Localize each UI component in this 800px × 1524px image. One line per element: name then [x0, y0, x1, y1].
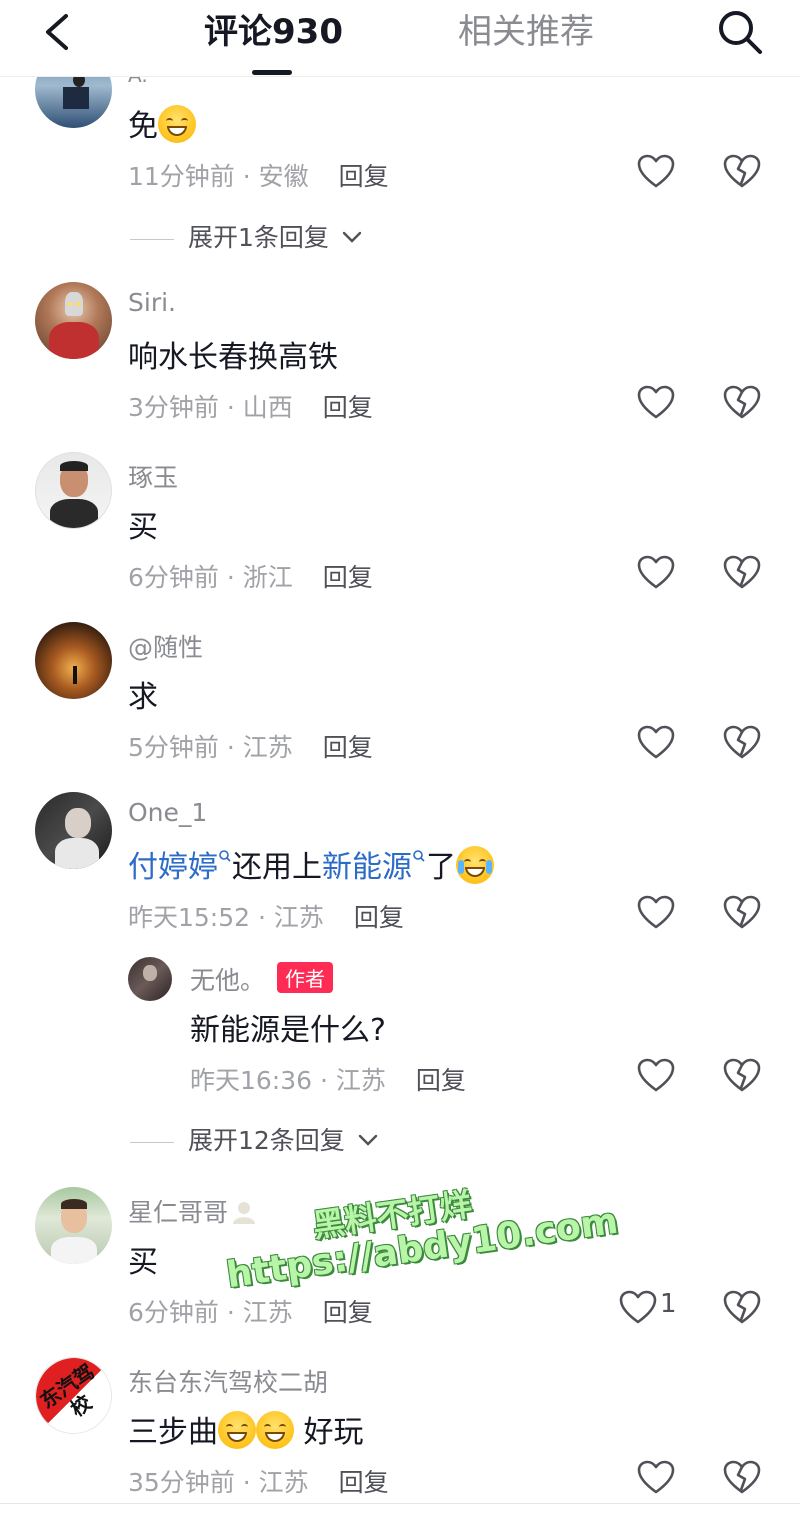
reply-button[interactable]: 回复: [323, 393, 373, 422]
commenter-name[interactable]: One_1: [128, 798, 207, 827]
comment-meta: 3分钟前 · 山西 回复: [128, 388, 373, 424]
reply-meta: 昨天16:36 · 江苏 回复: [190, 1061, 466, 1097]
reply-author: 无他。 作者: [190, 961, 334, 997]
heart-icon[interactable]: [636, 153, 676, 189]
commenter-name[interactable]: @随性: [128, 628, 203, 664]
comment-text-segment: 好玩: [294, 1415, 364, 1450]
sub-reply: 无他。 作者 新能源是什么? 昨天16:36 · 江苏 回复: [0, 957, 800, 1107]
broken-heart-icon[interactable]: [722, 153, 762, 189]
avatar[interactable]: [35, 622, 112, 699]
commenter-name[interactable]: A.: [128, 77, 148, 87]
heart-icon[interactable]: [636, 1459, 676, 1495]
search-icon[interactable]: [714, 6, 766, 58]
comment-text: 买: [128, 1245, 158, 1280]
comment-time-location: 昨天15:52 · 江苏: [128, 903, 324, 932]
broken-heart-icon[interactable]: [722, 1459, 762, 1495]
tab-related[interactable]: 相关推荐: [458, 10, 594, 54]
expand-replies-label: 展开12条回复: [188, 1126, 345, 1155]
reply-author-name[interactable]: 无他。: [190, 966, 265, 995]
avatar[interactable]: [35, 282, 112, 359]
reply-time-location: 昨天16:36 · 江苏: [190, 1066, 386, 1095]
comment-text-content: 免: [128, 109, 158, 144]
comment-text: 付婷婷 还用上新能源了: [128, 842, 494, 886]
broken-heart-icon[interactable]: [722, 384, 762, 420]
sweat-smile-emoji-icon: [218, 1411, 256, 1449]
search-tag-icon: [219, 850, 231, 862]
grin-emoji-icon: [158, 105, 196, 143]
bottom-bar: [0, 1503, 800, 1524]
search-link[interactable]: 新能源: [322, 850, 412, 885]
reply-button[interactable]: 回复: [354, 903, 404, 932]
avatar[interactable]: [35, 77, 112, 128]
comment-text: 求: [128, 680, 158, 715]
comment-text: 买: [128, 510, 158, 545]
comment-text-segment: 了: [426, 850, 456, 885]
commenter-name[interactable]: 琢玉: [128, 458, 178, 494]
reply-button[interactable]: 回复: [339, 162, 389, 191]
comment-time-location: 3分钟前 · 山西: [128, 393, 293, 422]
heart-icon[interactable]: [618, 1289, 658, 1325]
avatar[interactable]: [35, 452, 112, 529]
comment-time-location: 5分钟前 · 江苏: [128, 733, 293, 762]
comment-meta: 6分钟前 · 江苏 回复: [128, 1293, 373, 1329]
expand-replies-button[interactable]: 展开12条回复: [130, 1121, 379, 1157]
expand-replies-button[interactable]: 展开1条回复: [130, 218, 363, 254]
comment-text-segment: 还用上: [232, 850, 322, 885]
avatar[interactable]: [128, 957, 172, 1001]
divider: [130, 238, 174, 240]
comment-meta: 6分钟前 · 浙江 回复: [128, 558, 373, 594]
broken-heart-icon[interactable]: [722, 1289, 762, 1325]
reply-button[interactable]: 回复: [323, 1298, 373, 1327]
sweat-smile-emoji-icon: [256, 1411, 294, 1449]
comment-time-location: 35分钟前 · 江苏: [128, 1468, 309, 1497]
heart-icon[interactable]: [636, 384, 676, 420]
avatar[interactable]: [35, 1187, 112, 1264]
comment-text: 响水长春换高铁: [128, 340, 338, 375]
commenter-name[interactable]: 东台东汽驾校二胡: [128, 1363, 328, 1399]
broken-heart-icon[interactable]: [722, 894, 762, 930]
like-count: 1: [660, 1289, 677, 1319]
comment-time-location: 6分钟前 · 江苏: [128, 1298, 293, 1327]
comment-list[interactable]: A. 免 11分钟前 · 安徽回复 展开1条回复 Siri. 响水长春换高铁: [0, 77, 800, 1503]
reply-button[interactable]: 回复: [323, 563, 373, 592]
chevron-down-icon: [342, 231, 362, 243]
avatar[interactable]: 东汽驾校: [35, 1357, 112, 1434]
heart-icon[interactable]: [636, 724, 676, 760]
expand-replies-label: 展开1条回复: [188, 223, 329, 252]
reply-button[interactable]: 回复: [339, 1468, 389, 1497]
heart-icon[interactable]: [636, 1057, 676, 1093]
person-badge-icon: [233, 1202, 256, 1224]
chevron-down-icon: [358, 1134, 377, 1146]
author-badge: 作者: [277, 962, 334, 993]
heart-icon[interactable]: [636, 554, 676, 590]
reply-text: 新能源是什么?: [190, 1013, 386, 1048]
divider: [130, 1141, 174, 1143]
active-tab-indicator: [252, 70, 292, 75]
broken-heart-icon[interactable]: [722, 554, 762, 590]
comment-meta: 11分钟前 · 安徽 回复: [128, 157, 389, 193]
avatar[interactable]: [35, 792, 112, 869]
mention-link[interactable]: 付婷婷: [128, 850, 218, 885]
reply-button[interactable]: 回复: [323, 733, 373, 762]
comment-time-location: 11分钟前 · 安徽: [128, 162, 309, 191]
commenter-name[interactable]: 星仁哥哥: [128, 1198, 228, 1227]
broken-heart-icon[interactable]: [722, 1057, 762, 1093]
comment-meta: 5分钟前 · 江苏 回复: [128, 728, 373, 764]
top-bar: 评论930 相关推荐: [0, 0, 800, 77]
commenter-name[interactable]: Siri.: [128, 288, 176, 317]
comment-text: 免: [128, 101, 196, 145]
comment-meta: 35分钟前 · 江苏 回复: [128, 1463, 389, 1499]
comment-time-location: 6分钟前 · 浙江: [128, 563, 293, 592]
reply-button[interactable]: 回复: [416, 1066, 466, 1095]
broken-heart-icon[interactable]: [722, 724, 762, 760]
laugh-cry-emoji-icon: [456, 846, 494, 884]
search-tag-icon: [413, 850, 425, 862]
comment-meta: 昨天15:52 · 江苏 回复: [128, 898, 404, 934]
comment-text: 三步曲 好玩: [128, 1407, 364, 1451]
heart-icon[interactable]: [636, 894, 676, 930]
commenter-name-row: 星仁哥哥: [128, 1193, 258, 1229]
tab-comments[interactable]: 评论930: [204, 10, 343, 54]
back-icon[interactable]: [36, 8, 84, 56]
comment-text-segment: 三步曲: [128, 1415, 218, 1450]
